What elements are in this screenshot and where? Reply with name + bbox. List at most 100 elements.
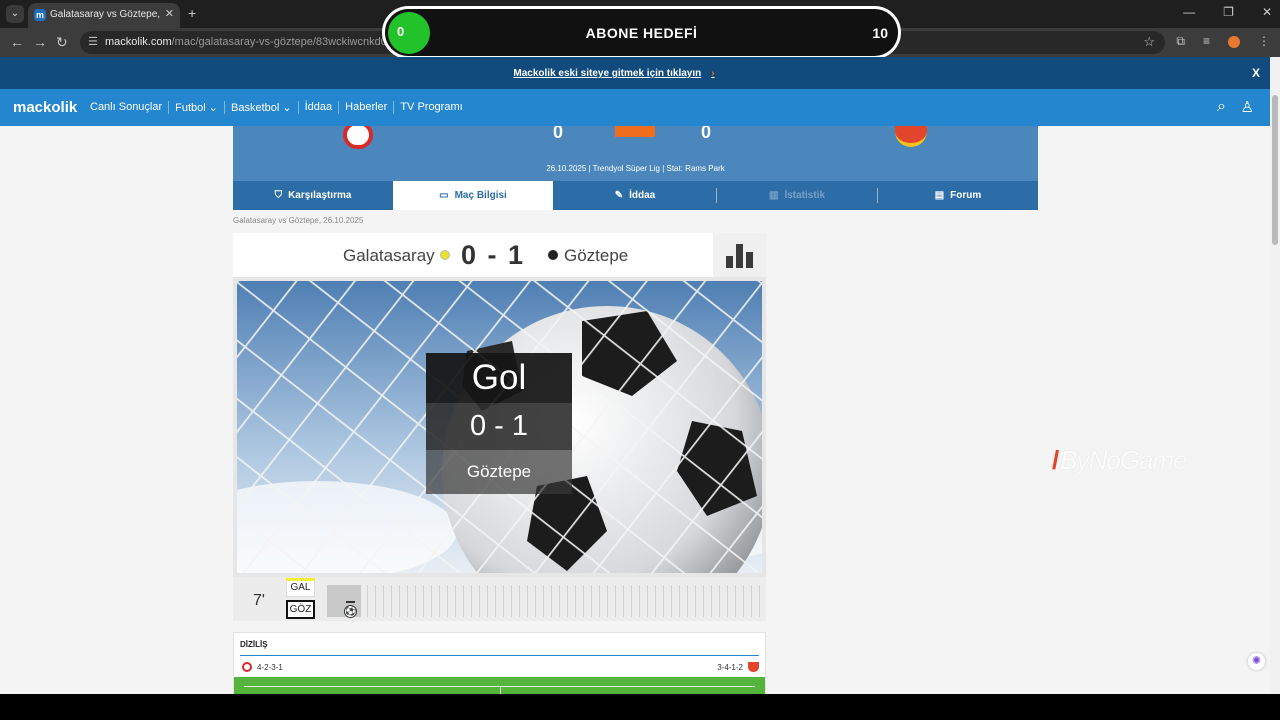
browser-tab[interactable]: m Galatasaray vs Göztepe, 26.10.2 ✕: [28, 3, 180, 28]
nav-item-tv-guide[interactable]: TV Programı: [394, 101, 468, 114]
chevron-right-icon: ›: [711, 68, 715, 79]
site-favicon-icon: m: [34, 9, 46, 21]
goztepe-mini-logo-icon: [748, 662, 759, 672]
nav-item-football-label: Futbol: [175, 102, 206, 114]
chat-icon: ▤: [934, 190, 945, 201]
nav-item-basketball-label: Basketbol: [231, 102, 280, 114]
tab-statistics-label: İstatistik: [784, 190, 826, 201]
header-home-score: 0: [553, 126, 564, 142]
tab-match-info[interactable]: ▭ Maç Bilgisi: [393, 181, 553, 210]
minimize-icon[interactable]: —: [1183, 5, 1195, 19]
old-site-link-text: Mackolik eski siteye gitmek için tıklayı…: [513, 68, 702, 79]
goal-card: Gol 0 - 1 Göztepe: [426, 353, 572, 494]
search-icon[interactable]: ⌕: [1217, 98, 1226, 116]
pitch-icon: ▭: [439, 190, 449, 201]
match-info: 26.10.2025 | Trendyol Süper Lig | Stat: …: [546, 164, 725, 173]
user-icon[interactable]: ♙: [1241, 98, 1254, 116]
ticket-icon: ✎: [614, 190, 624, 201]
chevron-down-icon: ⌄: [282, 102, 292, 114]
watermark-text: ByNoGame: [1060, 445, 1187, 475]
breadcrumb[interactable]: Galatasaray vs Göztepe, 26.10.2025: [233, 216, 363, 225]
back-icon[interactable]: ←: [10, 34, 24, 50]
home-color-dot: [440, 250, 450, 260]
profile-extension-icon[interactable]: [1228, 36, 1240, 48]
banner-close-button[interactable]: X: [1252, 66, 1260, 80]
lineup-pitch: [234, 677, 765, 694]
new-tab-button[interactable]: +: [188, 5, 196, 21]
match-score: 0 - 1: [461, 240, 526, 270]
subscriber-goal-title: ABONE HEDEFİ: [585, 25, 698, 41]
old-site-link[interactable]: Mackolik eski siteye gitmek için tıklayı…: [0, 68, 1228, 79]
menu-icon[interactable]: ⋮: [1258, 34, 1270, 49]
bookmark-star-icon[interactable]: ☆: [1143, 34, 1155, 50]
tab-search-button[interactable]: ⌄: [6, 5, 24, 23]
stats-bar: [736, 244, 743, 268]
assistant-icon[interactable]: ✺: [1248, 653, 1265, 670]
scrollbar-thumb[interactable]: [1272, 95, 1278, 245]
tab-forum[interactable]: ▤ Forum: [878, 181, 1038, 210]
site-navbar: mackolik Canlı Sonuçlar Futbol ⌄ Basketb…: [0, 89, 1270, 126]
pitch-halfway-line: [500, 686, 501, 694]
goal-title: Gol: [426, 353, 572, 403]
close-window-icon[interactable]: ✕: [1262, 5, 1272, 19]
site-logo[interactable]: mackolik: [13, 99, 77, 116]
lineup-title: DİZİLİŞ: [240, 640, 268, 649]
tab-iddaa[interactable]: ✎ İddaa: [555, 181, 715, 210]
nav-item-basketball[interactable]: Basketbol ⌄: [225, 101, 299, 114]
nav-item-iddaa[interactable]: İddaa: [299, 101, 340, 114]
tab-iddaa-label: İddaa: [629, 190, 656, 201]
close-tab-icon[interactable]: ✕: [165, 7, 174, 20]
galatasaray-mini-logo-icon: [242, 662, 252, 672]
nav-menu: Canlı Sonuçlar Futbol ⌄ Basketbol ⌄ İdda…: [84, 101, 469, 114]
nav-item-football[interactable]: Futbol ⌄: [169, 101, 226, 114]
live-minute-badge: [615, 126, 655, 137]
stats-bar-chart-icon[interactable]: [713, 233, 766, 277]
lineup-divider: [240, 655, 759, 656]
url-domain: mackolik.com: [105, 36, 172, 48]
extensions-icon[interactable]: ⧉: [1176, 34, 1185, 49]
shield-icon: ⛉: [274, 190, 283, 201]
home-formation: 4-2-3-1: [242, 662, 283, 672]
old-site-banner: Mackolik eski siteye gitmek için tıklayı…: [0, 57, 1270, 89]
match-header: 0 0 26.10.2025 | Trendyol Süper Lig | St…: [233, 126, 1038, 181]
away-formation: 3-4-1-2: [717, 662, 759, 672]
home-team-name[interactable]: Galatasaray: [343, 246, 435, 266]
tab-comparison[interactable]: ⛉ Karşılaştırma: [233, 181, 393, 210]
window-controls: — ❐ ✕: [1183, 5, 1272, 19]
restore-icon[interactable]: ❐: [1223, 5, 1234, 19]
tab-title: Galatasaray vs Göztepe, 26.10.2: [50, 9, 162, 20]
away-team-name[interactable]: Göztepe: [564, 246, 628, 266]
page-scrollbar[interactable]: [1270, 57, 1280, 694]
tab-match-info-label: Maç Bilgisi: [454, 190, 507, 201]
timeline-ticks: [327, 585, 763, 617]
tab-statistics[interactable]: ▥ İstatistik: [717, 181, 877, 210]
home-formation-value: 4-2-3-1: [257, 662, 283, 672]
subscriber-goal-overlay: 0 ABONE HEDEFİ 10: [382, 6, 901, 59]
goal-ball-icon[interactable]: ⚽: [344, 605, 357, 618]
event-marker: [346, 601, 355, 603]
goztepe-logo-icon[interactable]: [895, 126, 927, 147]
away-team-code: GÖZ: [286, 600, 315, 619]
subscriber-goal-target: 10: [872, 25, 888, 41]
tab-comparison-label: Karşılaştırma: [288, 190, 352, 201]
tab-forum-label: Forum: [950, 190, 982, 201]
nav-item-live-scores[interactable]: Canlı Sonuçlar: [84, 101, 170, 114]
screen: ⌄ m Galatasaray vs Göztepe, 26.10.2 ✕ + …: [0, 0, 1280, 720]
nav-item-news[interactable]: Haberler: [339, 101, 395, 114]
match-timeline: 7' GAL GÖZ ⚽: [233, 577, 766, 621]
url-path: /mac/galatasaray-vs-göztepe/83wckiwcnkd0…: [171, 36, 385, 48]
reload-icon[interactable]: ↻: [56, 34, 68, 51]
media-icon[interactable]: ≡: [1203, 34, 1210, 49]
goal-score: 0 - 1: [426, 403, 572, 450]
away-color-dot: [548, 250, 558, 260]
bynogame-logo-icon: /: [1052, 445, 1059, 475]
forward-icon[interactable]: →: [33, 34, 47, 50]
goal-animation-panel: Gol 0 - 1 Göztepe: [233, 277, 766, 577]
stats-bar: [726, 256, 733, 268]
chevron-down-icon: ⌄: [208, 102, 219, 114]
scoreboard: Galatasaray 0 - 1 Göztepe: [233, 233, 766, 277]
site-info-icon[interactable]: ☰: [88, 35, 98, 48]
home-team-code: GAL: [286, 578, 315, 597]
galatasaray-logo-icon[interactable]: [343, 126, 373, 149]
taskbar-area: [0, 694, 1280, 720]
